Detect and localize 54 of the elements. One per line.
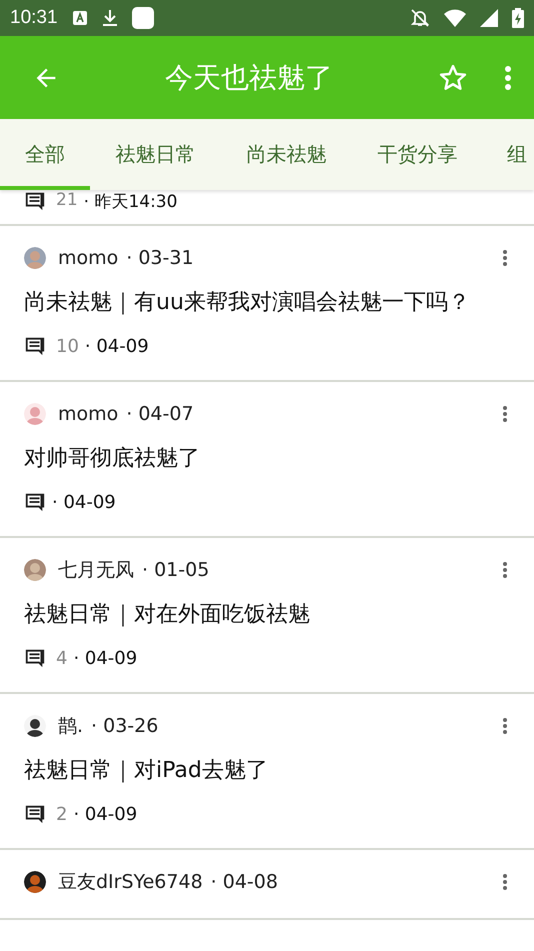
tab[interactable]: 全部 — [0, 119, 90, 190]
post-date: · 04-07 — [126, 403, 194, 425]
status-time: 10:31 — [10, 7, 58, 29]
more-button[interactable] — [500, 249, 510, 267]
bell-off-icon — [410, 8, 430, 28]
more-icon — [504, 64, 512, 90]
tab[interactable]: 尚未祛魅 — [221, 119, 352, 190]
reply-date: · 04-09 — [52, 492, 116, 512]
more-icon — [502, 873, 508, 891]
more-icon — [502, 249, 508, 267]
post-date: · 03-26 — [91, 715, 158, 737]
reply-date: · 昨天14:30 — [84, 191, 178, 213]
author-name[interactable]: momo — [58, 247, 118, 269]
page-title: 今天也祛魅了 — [164, 60, 334, 96]
comment-icon — [24, 190, 46, 212]
post-date: · 03-31 — [126, 247, 194, 269]
signal-icon — [480, 9, 498, 27]
reply-date: · 04-09 — [73, 804, 138, 824]
battery-icon — [512, 8, 524, 28]
more-button[interactable] — [500, 873, 510, 891]
comment-count: 21 — [56, 190, 78, 210]
download-icon — [102, 9, 118, 27]
square-icon — [132, 7, 154, 29]
tab[interactable]: 干货分享 — [352, 119, 483, 190]
author-name[interactable]: 豆友dIrSYe6748 — [58, 869, 203, 895]
wifi-icon — [444, 9, 466, 27]
tab[interactable]: 祛魅日常 — [90, 119, 221, 190]
comment-count: 10 — [56, 336, 79, 356]
author-name[interactable]: momo — [58, 403, 118, 425]
comment-count: 4 — [56, 648, 68, 668]
reply-date: · 04-09 — [73, 648, 138, 668]
post-date: · 01-05 — [142, 559, 210, 581]
more-icon — [502, 561, 508, 579]
comment-count: 2 — [56, 804, 68, 824]
tab[interactable]: 组 — [483, 119, 533, 190]
more-icon — [502, 405, 508, 423]
keyboard-icon — [72, 10, 88, 26]
post-title[interactable]: 祛魅日常｜对在外面吃饭祛魅 — [24, 598, 474, 632]
more-button[interactable] — [500, 561, 510, 579]
comment-icon — [24, 803, 46, 825]
more-button[interactable] — [500, 405, 510, 423]
comment-icon — [24, 491, 46, 513]
post-title[interactable]: 祛魅日常｜对iPad去魅了 — [24, 754, 474, 788]
author-name[interactable]: 七月无风 — [58, 557, 134, 583]
star-icon — [438, 62, 468, 92]
reply-date: · 04-09 — [84, 336, 149, 356]
post-title[interactable]: 对帅哥彻底祛魅了 — [24, 442, 474, 476]
post-title[interactable]: 尚未祛魅｜有uu来帮我对演唱会祛魅一下吗？ — [24, 286, 474, 320]
more-icon — [502, 717, 508, 735]
more-button[interactable] — [500, 717, 510, 735]
post-date: · 04-08 — [210, 871, 278, 893]
comment-icon — [24, 647, 46, 669]
comment-icon — [24, 335, 46, 357]
author-name[interactable]: 鹊. — [58, 713, 84, 739]
